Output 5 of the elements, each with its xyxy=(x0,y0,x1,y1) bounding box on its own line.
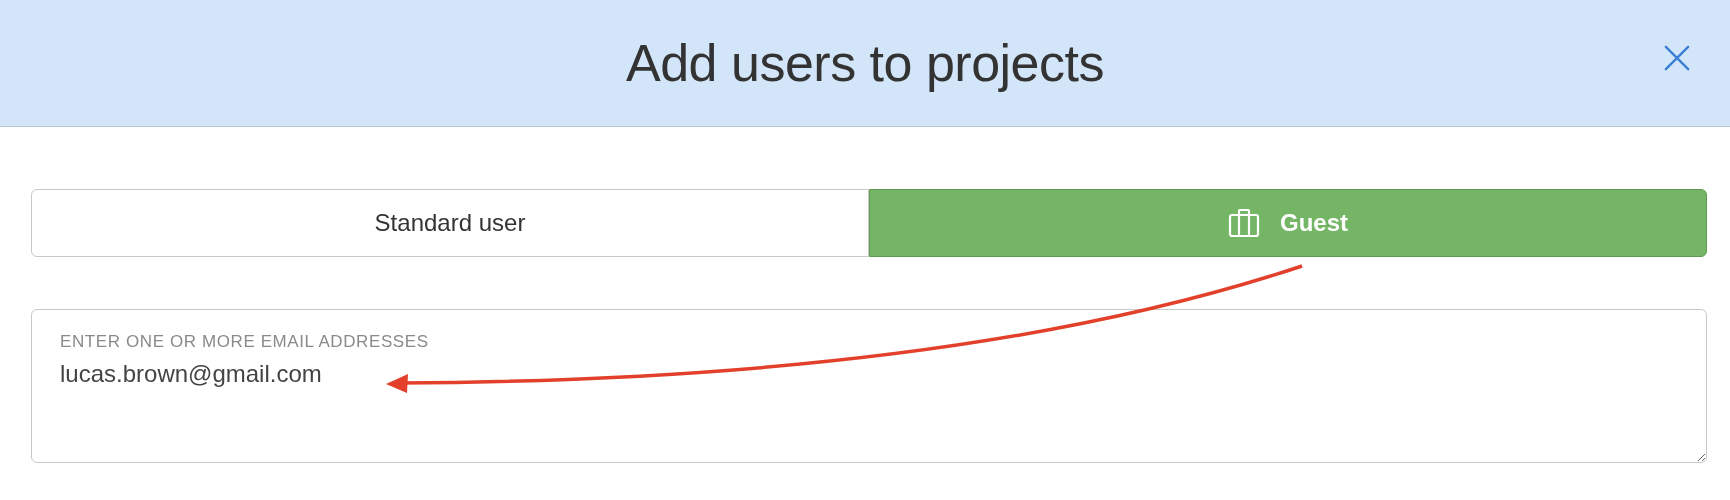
field-label: ENTER ONE OR MORE EMAIL ADDRESSES xyxy=(60,332,430,352)
user-type-tab[interactable]: Standard user xyxy=(31,189,869,257)
email-field[interactable]: ENTER ONE OR MORE EMAIL ADDRESSES lucas.brown@gmail.com xyxy=(31,309,1707,463)
close-icon[interactable] xyxy=(1664,45,1690,71)
dialog-title: Add users to projects xyxy=(626,33,1104,93)
